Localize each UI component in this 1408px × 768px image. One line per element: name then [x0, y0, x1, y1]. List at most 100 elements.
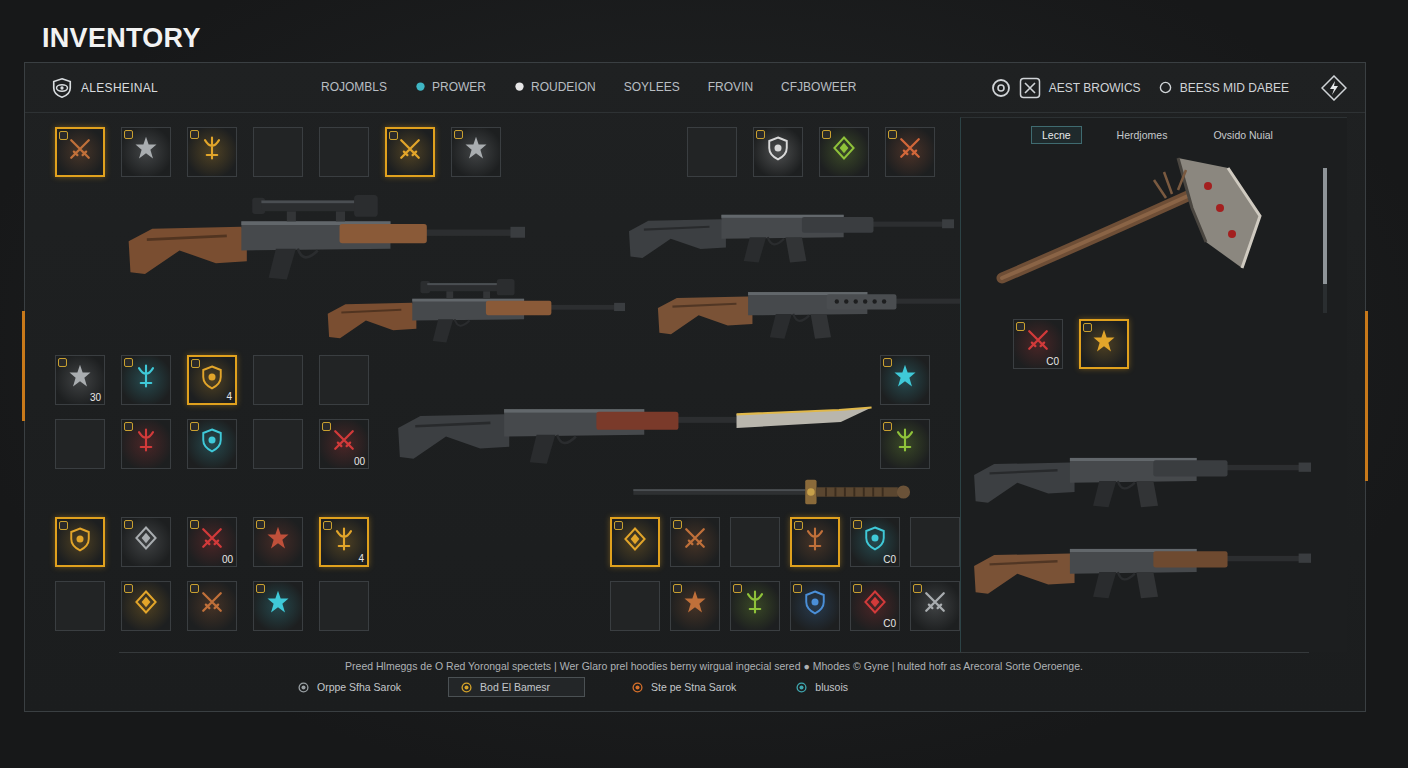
inventory-slot[interactable] — [385, 127, 435, 177]
inventory-slot[interactable] — [253, 127, 303, 177]
edge-accent — [22, 311, 25, 421]
shotgun-icon[interactable] — [655, 263, 975, 343]
inventory-screen: INVENTORYALESHEINALROJOMBLSPROWERROUDEIO… — [0, 0, 1408, 768]
level-badge — [124, 584, 133, 593]
weapon[interactable] — [655, 263, 975, 343]
header-tab[interactable]: CFJBOWEER — [781, 76, 856, 100]
inventory-slot[interactable] — [55, 127, 105, 177]
header-tab[interactable]: FROVIN — [708, 76, 753, 100]
inventory-slot[interactable] — [121, 355, 171, 405]
inventory-slot[interactable] — [253, 355, 303, 405]
weapon[interactable] — [971, 518, 1327, 603]
bayonet-rifle-icon[interactable] — [394, 375, 874, 469]
footer-action[interactable]: blusois — [783, 677, 861, 697]
inventory-slot[interactable]: C0 — [850, 581, 900, 631]
inventory-slot[interactable] — [187, 127, 237, 177]
inventory-slot[interactable] — [790, 581, 840, 631]
weapon[interactable] — [394, 375, 874, 469]
star-rune-icon — [66, 362, 94, 390]
header-tab[interactable]: PROWER — [415, 76, 486, 100]
scoped-rifle-icon[interactable] — [325, 265, 625, 353]
inventory-slot[interactable]: C0 — [1013, 319, 1063, 369]
radio-icon[interactable] — [1159, 81, 1172, 94]
close-icon[interactable] — [1019, 77, 1041, 99]
inventory-slot[interactable] — [885, 127, 935, 177]
level-badge — [323, 521, 332, 530]
inventory-slot[interactable] — [730, 517, 780, 567]
level-badge — [794, 521, 803, 530]
inventory-slot[interactable] — [319, 355, 369, 405]
inventory-slot[interactable] — [55, 419, 105, 469]
scroll-thumb[interactable] — [1323, 168, 1327, 284]
hint-text: Preed Hlmeggs de O Red Yorongal spectets… — [119, 653, 1309, 677]
inventory-slot[interactable] — [121, 517, 171, 567]
inventory-slot[interactable] — [121, 419, 171, 469]
inventory-slot[interactable] — [819, 127, 869, 177]
level-badge — [1083, 323, 1092, 332]
level-badge — [614, 521, 623, 530]
item-count: 00 — [354, 456, 365, 467]
inventory-slot[interactable] — [319, 581, 369, 631]
inventory-slot[interactable] — [670, 581, 720, 631]
sniper-rifle-icon[interactable] — [125, 185, 525, 285]
footer-action[interactable]: Ste pe Stna Sarok — [619, 677, 749, 697]
star-rune-icon — [681, 588, 709, 616]
weapon[interactable] — [971, 427, 1327, 512]
header-tab[interactable]: ROJOMBLS — [321, 76, 387, 100]
inventory-slot[interactable] — [253, 517, 303, 567]
lightning-icon[interactable] — [1321, 75, 1347, 101]
detail-tab[interactable]: Ovsido Nuial — [1202, 126, 1284, 144]
header-tool[interactable]: AEST BROWICS — [991, 77, 1141, 99]
footer-action[interactable]: Bod El Bamesr — [448, 677, 585, 697]
header-tab[interactable]: ROUDEION — [514, 76, 596, 100]
inventory-slot[interactable] — [610, 517, 660, 567]
inventory-slot[interactable]: 00 — [319, 419, 369, 469]
carbine-icon[interactable] — [971, 427, 1311, 512]
weapon[interactable] — [325, 265, 625, 353]
inventory-slot[interactable] — [880, 419, 930, 469]
inventory-slot[interactable] — [730, 581, 780, 631]
header-tab[interactable]: SOYLEES — [624, 76, 680, 100]
target-icon[interactable] — [991, 78, 1011, 98]
inventory-slot[interactable] — [670, 517, 720, 567]
crossed-swords-icon — [396, 135, 424, 163]
inventory-slot[interactable] — [121, 127, 171, 177]
inventory-slot[interactable] — [1079, 319, 1129, 369]
inventory-slot[interactable] — [121, 581, 171, 631]
detail-tab[interactable]: Herdjomes — [1106, 126, 1179, 144]
sword-icon[interactable] — [625, 475, 925, 509]
inventory-slot[interactable]: 4 — [319, 517, 369, 567]
inventory-slot[interactable] — [253, 419, 303, 469]
inventory-slot[interactable] — [790, 517, 840, 567]
inventory-slot[interactable] — [187, 419, 237, 469]
inventory-slot[interactable] — [55, 581, 105, 631]
inventory-slot[interactable] — [253, 581, 303, 631]
inventory-slot[interactable]: C0 — [850, 517, 900, 567]
inventory-slot[interactable] — [753, 127, 803, 177]
inventory-slot[interactable] — [55, 517, 105, 567]
inventory-slot[interactable]: 30 — [55, 355, 105, 405]
item-count: C0 — [883, 618, 896, 629]
axe-icon[interactable] — [996, 150, 1266, 295]
brand[interactable]: ALESHEINAL — [51, 77, 321, 99]
weapon[interactable] — [125, 185, 625, 285]
inventory-slot[interactable] — [187, 581, 237, 631]
inventory-slot[interactable] — [610, 581, 660, 631]
weapon[interactable] — [625, 185, 975, 267]
detail-tab[interactable]: Lecne — [1031, 126, 1082, 144]
assault-rifle-icon[interactable] — [625, 185, 955, 267]
scrollbar[interactable] — [1323, 168, 1327, 313]
inventory-slot[interactable]: 00 — [187, 517, 237, 567]
hunting-rifle-icon[interactable] — [971, 518, 1311, 603]
inventory-slot[interactable] — [880, 355, 930, 405]
inventory-slot[interactable] — [451, 127, 501, 177]
inventory-slot[interactable]: 4 — [187, 355, 237, 405]
header-tool[interactable]: BEESS MID DABEE — [1159, 81, 1289, 95]
detail-tabs: Lecne Herdjomes Ovsido Nuial — [961, 126, 1327, 144]
inventory-slot[interactable] — [910, 517, 960, 567]
inventory-row: 00 4 C0 C0 — [45, 517, 960, 631]
inventory-slot[interactable] — [319, 127, 369, 177]
footer-action[interactable]: Orppe Sfha Sarok — [285, 677, 414, 697]
inventory-slot[interactable] — [910, 581, 960, 631]
inventory-slot[interactable] — [687, 127, 737, 177]
